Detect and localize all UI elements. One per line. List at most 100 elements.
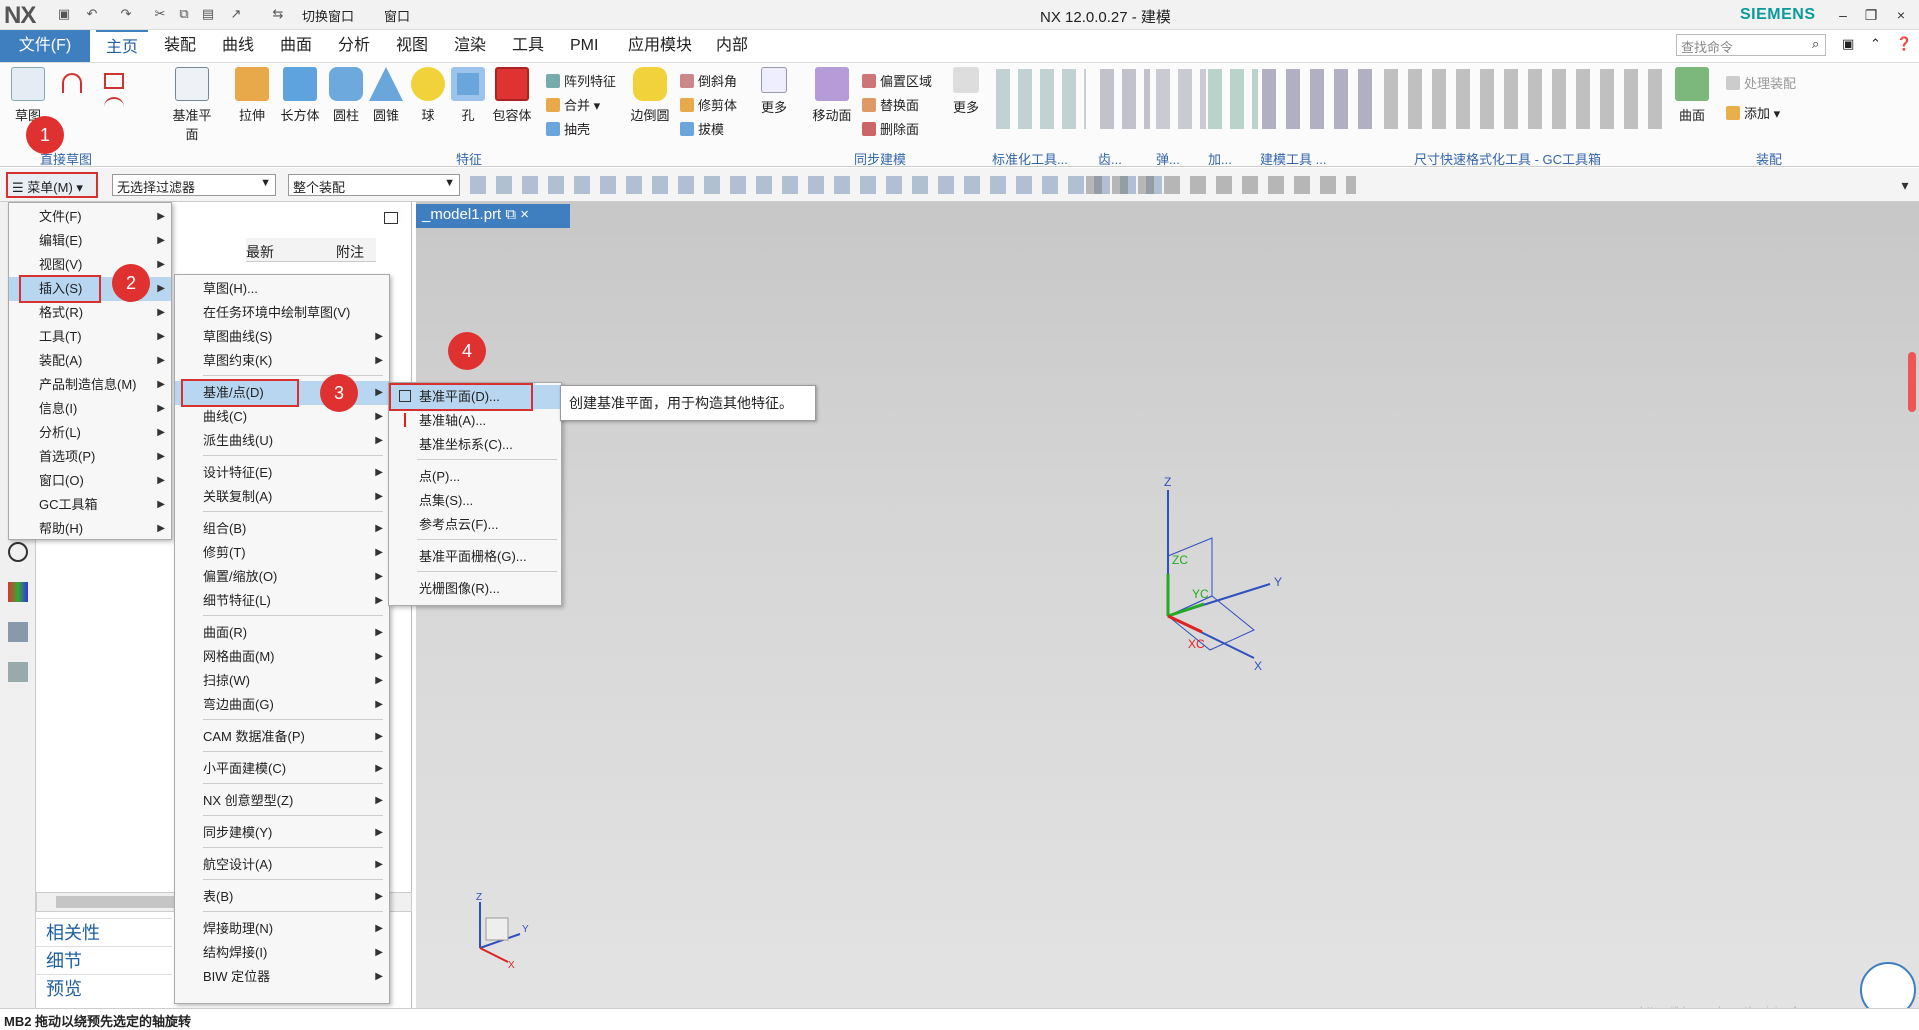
insert-surface[interactable]: 曲面(R) ▶ bbox=[175, 621, 389, 645]
tab-analysis[interactable]: 分析 bbox=[328, 30, 380, 62]
offset-region-button[interactable]: 偏置区域 bbox=[862, 71, 932, 90]
feature-more-button[interactable]: 更多 bbox=[750, 67, 798, 116]
edge-blend-button[interactable]: 边倒圆 bbox=[626, 67, 674, 124]
menu-item-gc-toolbox[interactable]: GC工具箱 ▶ bbox=[9, 493, 171, 517]
group-gc-dimension[interactable]: 尺寸快速格式化工具 - GC工具箱 bbox=[1414, 149, 1601, 168]
selection-scope-select[interactable]: 整个装配 ▼ bbox=[288, 174, 460, 196]
minimize-button[interactable]: – bbox=[1830, 4, 1856, 26]
menu-item-format[interactable]: 格式(R) ▶ bbox=[9, 301, 171, 325]
menu-item-pmi[interactable]: 产品制造信息(M) ▶ bbox=[9, 373, 171, 397]
insert-trim[interactable]: 修剪(T) ▶ bbox=[175, 541, 389, 565]
datum-axis-item[interactable]: 基准轴(A)... bbox=[389, 409, 561, 433]
menu-item-preferences[interactable]: 首选项(P) ▶ bbox=[9, 445, 171, 469]
insert-offset-scale[interactable]: 偏置/缩放(O) ▶ bbox=[175, 565, 389, 589]
datum-plane-grid-item[interactable]: 基准平面栅格(G)... bbox=[389, 545, 561, 569]
restore-button[interactable]: ❐ bbox=[1858, 4, 1884, 26]
datum-csys-triad[interactable]: Z Y X ZC YC XC bbox=[1150, 470, 1290, 670]
tab-home[interactable]: 主页 bbox=[96, 30, 149, 62]
save-icon[interactable]: ▣ bbox=[56, 6, 72, 22]
tab-tools[interactable]: 工具 bbox=[502, 30, 554, 62]
move-face-button[interactable]: 移动面 bbox=[808, 67, 856, 124]
tab-pmi[interactable]: PMI bbox=[560, 30, 608, 62]
column-latest[interactable]: 最新 bbox=[246, 242, 274, 262]
menu-item-analysis[interactable]: 分析(L) ▶ bbox=[9, 421, 171, 445]
insert-sketch[interactable]: 草图(H)... bbox=[175, 277, 389, 301]
pattern-feature-button[interactable]: 阵列特征 bbox=[546, 71, 616, 90]
scrollbar-thumb[interactable] bbox=[56, 896, 192, 908]
ribbon-options-icon[interactable]: ▣ bbox=[1842, 36, 1854, 52]
tab-file[interactable]: 文件(F) bbox=[0, 30, 90, 62]
insert-structure-welding[interactable]: 结构焊接(I) ▶ bbox=[175, 941, 389, 965]
menu-item-file[interactable]: 文件(F) ▶ bbox=[9, 205, 171, 229]
standard-tools-icons[interactable] bbox=[996, 69, 1086, 129]
insert-sketch-curve[interactable]: 草图曲线(S) ▶ bbox=[175, 325, 389, 349]
trim-body-button[interactable]: 修剪体 bbox=[680, 95, 737, 114]
snap-point-toolbar-icons[interactable] bbox=[470, 176, 1170, 194]
redo-icon[interactable]: ↷ bbox=[118, 6, 134, 22]
roles-icon[interactable] bbox=[8, 582, 28, 602]
tab-view[interactable]: 视图 bbox=[386, 30, 438, 62]
cone-button[interactable]: 圆锥 bbox=[362, 67, 410, 124]
insert-facet-modeling[interactable]: 小平面建模(C) ▶ bbox=[175, 757, 389, 781]
group-gear[interactable]: 齿... bbox=[1098, 149, 1122, 168]
point-set-item[interactable]: 点集(S)... bbox=[389, 489, 561, 513]
details-section[interactable]: 细节 bbox=[36, 946, 172, 972]
insert-weld-assistant[interactable]: 焊接助理(N) ▶ bbox=[175, 917, 389, 941]
sync-more-button[interactable]: 更多 bbox=[942, 67, 990, 116]
copy-icon[interactable]: ⧉ bbox=[176, 6, 192, 22]
paste-icon[interactable]: ▤ bbox=[200, 6, 216, 22]
tab-curve[interactable]: 曲线 bbox=[212, 30, 264, 62]
add-component-button[interactable]: 添加 ▾ bbox=[1726, 103, 1780, 122]
draft-button[interactable]: 拔模 bbox=[680, 119, 724, 138]
bounding-body-button[interactable]: 包容体 bbox=[488, 67, 536, 124]
insert-mesh-surface[interactable]: 网格曲面(M) ▶ bbox=[175, 645, 389, 669]
insert-curve[interactable]: 曲线(C) ▶ bbox=[175, 405, 389, 429]
shell-button[interactable]: 抽壳 bbox=[546, 119, 590, 138]
chamfer-button[interactable]: 倒斜角 bbox=[680, 71, 737, 90]
window-dropdown[interactable]: 窗口 bbox=[384, 6, 410, 25]
insert-biw-locator[interactable]: BIW 定位器 ▶ bbox=[175, 965, 389, 989]
reference-point-cloud-item[interactable]: 参考点云(F)... bbox=[389, 513, 561, 537]
gc-dimension-tools-icons[interactable] bbox=[1384, 69, 1664, 129]
preview-section[interactable]: 预览 bbox=[36, 974, 172, 1000]
undo-icon[interactable]: ↶ bbox=[84, 6, 100, 22]
datum-csys-item[interactable]: 基准坐标系(C)... bbox=[389, 433, 561, 457]
switch-window-button[interactable]: 切换窗口 bbox=[302, 6, 354, 25]
document-tab[interactable]: _model1.prt ⧉ × bbox=[416, 204, 570, 228]
column-note[interactable]: 附注 bbox=[336, 242, 364, 262]
group-standard-tools[interactable]: 标准化工具... bbox=[992, 149, 1068, 168]
unite-button[interactable]: 合并 ▾ bbox=[546, 95, 600, 114]
raster-image-item[interactable]: 光栅图像(R)... bbox=[389, 577, 561, 601]
modeling-tools-icons[interactable] bbox=[1262, 69, 1372, 129]
reuse-library-icon[interactable] bbox=[8, 662, 28, 682]
toolbar-overflow-icon[interactable]: ▾ bbox=[1896, 176, 1914, 194]
insert-table[interactable]: 表(B) ▶ bbox=[175, 885, 389, 909]
menu-item-help[interactable]: 帮助(H) ▶ bbox=[9, 517, 171, 541]
block-button[interactable]: 长方体 bbox=[276, 67, 324, 124]
insert-associative-copy[interactable]: 关联复制(A) ▶ bbox=[175, 485, 389, 509]
search-icon[interactable]: ⌕ bbox=[1812, 36, 1819, 52]
help-icon[interactable]: ❓ bbox=[1896, 36, 1912, 52]
repeat-command-icon[interactable]: ↗ bbox=[228, 6, 244, 22]
collapse-ribbon-icon[interactable]: ⌃ bbox=[1870, 36, 1881, 52]
touch-mode-icon[interactable]: ⇆ bbox=[270, 6, 286, 22]
insert-aerospace-design[interactable]: 航空设计(A) ▶ bbox=[175, 853, 389, 877]
tab-render[interactable]: 渲染 bbox=[444, 30, 496, 62]
group-spring[interactable]: 弹... bbox=[1156, 149, 1180, 168]
insert-sketch-constraint[interactable]: 草图约束(K) ▶ bbox=[175, 349, 389, 373]
insert-detail-feature[interactable]: 细节特征(L) ▶ bbox=[175, 589, 389, 613]
insert-design-feature[interactable]: 设计特征(E) ▶ bbox=[175, 461, 389, 485]
tab-internal[interactable]: 内部 bbox=[706, 30, 758, 62]
selection-filter-select[interactable]: 无选择过滤器 ▼ bbox=[112, 174, 276, 196]
view-toolbar-icons[interactable] bbox=[1086, 176, 1356, 194]
spring-tools-icons[interactable] bbox=[1156, 69, 1206, 129]
tab-applications[interactable]: 应用模块 bbox=[618, 30, 702, 62]
cut-icon[interactable]: ✂ bbox=[152, 6, 168, 22]
process-assembly-button[interactable]: 处理装配 bbox=[1726, 73, 1796, 92]
menu-item-information[interactable]: 信息(I) ▶ bbox=[9, 397, 171, 421]
dependencies-section[interactable]: 相关性 bbox=[36, 918, 172, 944]
hole-button[interactable]: 孔 bbox=[444, 67, 492, 124]
menu-item-tools[interactable]: 工具(T) ▶ bbox=[9, 325, 171, 349]
close-button[interactable]: × bbox=[1888, 4, 1914, 26]
insert-sketch-in-task[interactable]: 在任务环境中绘制草图(V) bbox=[175, 301, 389, 325]
